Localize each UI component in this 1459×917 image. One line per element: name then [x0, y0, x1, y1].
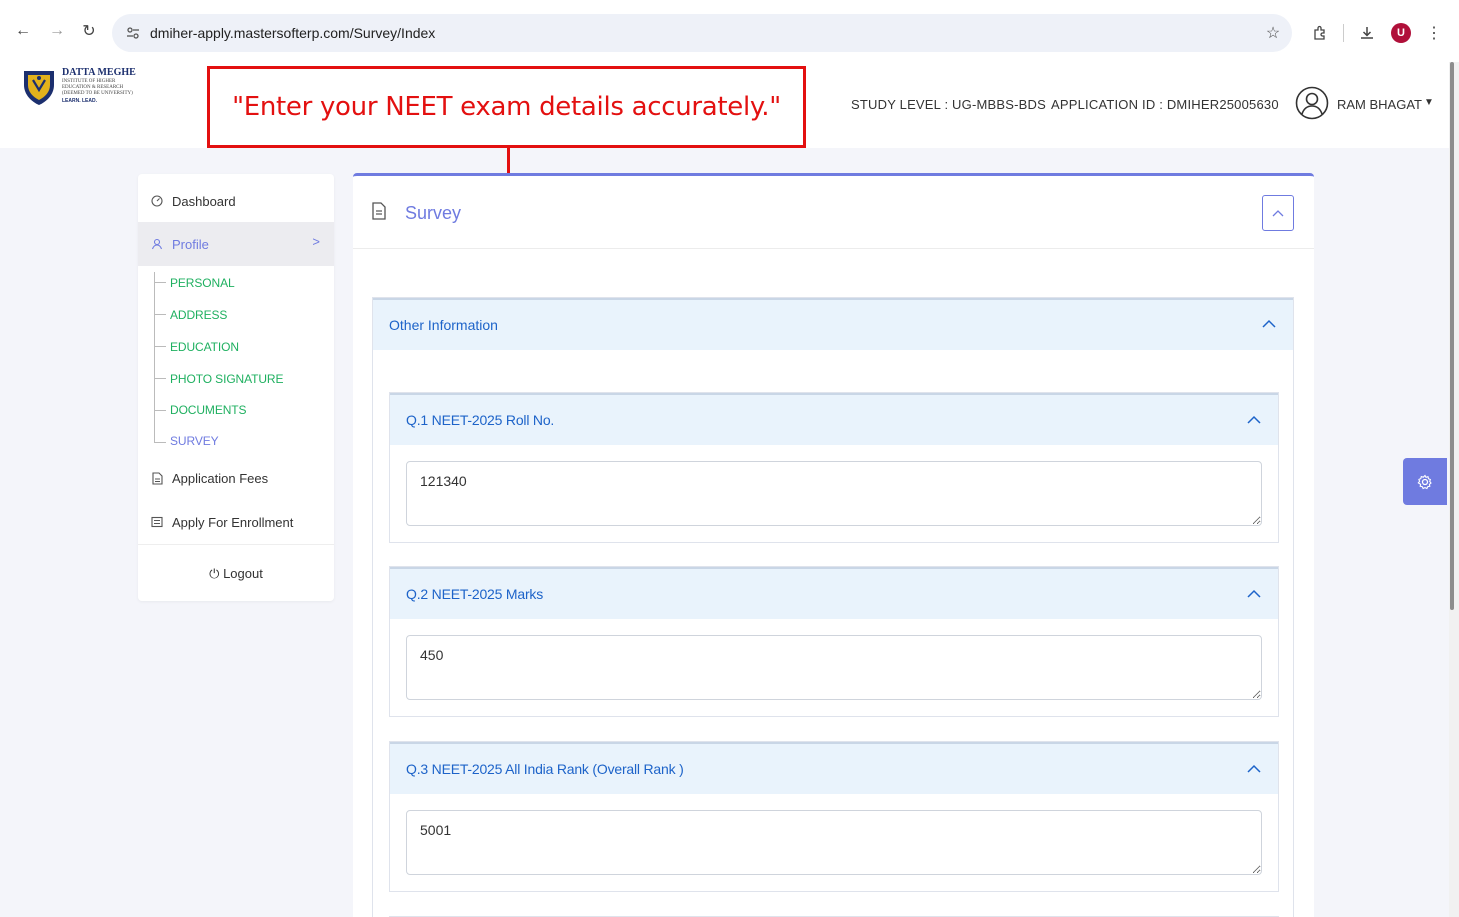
- study-level: STUDY LEVEL : UG-MBBS-BDS: [851, 97, 1046, 112]
- logo-subtitle-3: (DEEMED TO BE UNIVERSITY): [62, 91, 133, 96]
- callout-text: "Enter your NEET exam details accurately…: [232, 92, 781, 122]
- shield-logo-icon: [24, 71, 54, 105]
- section-title: Other Information: [389, 317, 498, 333]
- question-header[interactable]: Q.2 NEET-2025 Marks: [390, 567, 1278, 619]
- university-logo[interactable]: DATTA MEGHE INSTITUTE OF HIGHER EDUCATIO…: [22, 68, 142, 116]
- question-header[interactable]: Q.3 NEET-2025 All India Rank (Overall Ra…: [390, 742, 1278, 794]
- tree-branch: [154, 378, 166, 379]
- sidebar-divider: [138, 544, 334, 545]
- survey-card: Survey Other Information Q.1 NEET-2025 R…: [353, 173, 1314, 917]
- chevron-up-icon[interactable]: [1246, 761, 1262, 777]
- extensions-icon[interactable]: [1309, 22, 1331, 44]
- sidebar-subitem-survey[interactable]: SURVEY: [170, 434, 219, 448]
- sub-menu-tree-line: [154, 272, 155, 442]
- rank-input[interactable]: 5001: [406, 810, 1262, 875]
- user-menu-caret-icon[interactable]: ▼: [1424, 97, 1434, 108]
- sidebar-item-apply-enrollment[interactable]: Apply For Enrollment: [138, 502, 334, 542]
- app-header: DATTA MEGHE INSTITUTE OF HIGHER EDUCATIO…: [0, 62, 1449, 148]
- other-information-header[interactable]: Other Information: [373, 298, 1293, 350]
- sidebar-item-profile[interactable]: Profile >: [138, 222, 334, 266]
- sidebar-subitem-documents[interactable]: DOCUMENTS: [170, 403, 247, 417]
- download-icon[interactable]: [1356, 22, 1378, 44]
- chevron-up-icon: [1272, 210, 1284, 217]
- sidebar: Dashboard Profile > PERSONAL ADDRESS EDU…: [138, 174, 334, 601]
- site-settings-icon[interactable]: [124, 24, 142, 42]
- browser-profile-avatar[interactable]: U: [1391, 23, 1411, 43]
- url-text: dmiher-apply.mastersofterp.com/Survey/In…: [150, 25, 436, 41]
- reload-icon[interactable]: ↻: [78, 20, 100, 42]
- kebab-menu-icon[interactable]: ⋮: [1423, 22, 1445, 44]
- question-card-rank: Q.3 NEET-2025 All India Rank (Overall Ra…: [389, 741, 1279, 892]
- application-id: APPLICATION ID : DMIHER25005630: [1051, 97, 1279, 112]
- logout-button[interactable]: ⏻ Logout: [138, 566, 334, 582]
- bookmark-star-icon[interactable]: ☆: [1262, 22, 1284, 44]
- sidebar-item-application-fees[interactable]: Application Fees: [138, 458, 334, 498]
- survey-document-icon: [372, 202, 386, 220]
- logo-subtitle-1: INSTITUTE OF HIGHER: [62, 79, 116, 84]
- other-information-section: Other Information Q.1 NEET-2025 Roll No.…: [372, 297, 1294, 917]
- sidebar-subitem-photo-signature[interactable]: PHOTO SIGNATURE: [170, 372, 284, 386]
- sidebar-item-label: Apply For Enrollment: [172, 514, 294, 530]
- question-card-marks: Q.2 NEET-2025 Marks 450: [389, 566, 1279, 717]
- chevron-up-icon[interactable]: [1261, 316, 1277, 332]
- power-icon: ⏻: [209, 566, 224, 581]
- browser-toolbar: ← → ↻ dmiher-apply.mastersofterp.com/Sur…: [0, 0, 1459, 62]
- sidebar-item-label: Profile: [172, 236, 209, 252]
- marks-input[interactable]: 450: [406, 635, 1262, 700]
- tree-branch: [154, 346, 166, 347]
- settings-button[interactable]: [1403, 458, 1447, 505]
- sidebar-subitem-education[interactable]: EDUCATION: [170, 340, 239, 354]
- collapse-card-button[interactable]: [1262, 195, 1294, 231]
- page-title: Survey: [405, 203, 462, 223]
- question-label: Q.1 NEET-2025 Roll No.: [406, 412, 555, 428]
- address-bar[interactable]: dmiher-apply.mastersofterp.com/Survey/In…: [112, 14, 1292, 52]
- sidebar-subitem-address[interactable]: ADDRESS: [170, 308, 227, 322]
- question-label: Q.2 NEET-2025 Marks: [406, 586, 544, 602]
- logo-subtitle-2: EDUCATION & RESEARCH: [62, 85, 124, 90]
- tree-branch: [154, 410, 166, 411]
- question-label: Q.3 NEET-2025 All India Rank (Overall Ra…: [406, 761, 684, 777]
- instruction-callout: "Enter your NEET exam details accurately…: [207, 66, 806, 148]
- question-card-roll-no: Q.1 NEET-2025 Roll No. 121340: [389, 392, 1279, 543]
- sidebar-subitem-personal[interactable]: PERSONAL: [170, 276, 235, 290]
- back-arrow-icon[interactable]: ←: [12, 20, 34, 42]
- chevron-right-icon: >: [312, 234, 320, 249]
- tree-branch: [154, 314, 166, 315]
- roll-no-input[interactable]: 121340: [406, 461, 1262, 526]
- dashboard-gauge-icon: [150, 194, 164, 208]
- sidebar-item-label: Application Fees: [172, 470, 269, 486]
- user-name[interactable]: RAM BHAGAT: [1337, 97, 1422, 112]
- chevron-up-icon[interactable]: [1246, 412, 1262, 428]
- logo-tagline: LEARN. LEAD.: [62, 98, 97, 104]
- logo-title: DATTA MEGHE: [62, 67, 136, 78]
- gear-icon: [1417, 474, 1432, 489]
- page-scrollbar-thumb[interactable]: [1450, 62, 1454, 610]
- tree-branch: [154, 442, 166, 443]
- survey-card-header: Survey: [353, 176, 1314, 249]
- sidebar-item-label: Dashboard: [172, 193, 236, 209]
- forward-arrow-icon[interactable]: →: [46, 20, 68, 42]
- user-avatar-icon[interactable]: [1295, 86, 1329, 120]
- chevron-up-icon[interactable]: [1246, 586, 1262, 602]
- person-icon: [150, 237, 164, 251]
- tree-branch: [154, 282, 166, 283]
- logout-label: Logout: [223, 566, 263, 581]
- question-header[interactable]: Q.1 NEET-2025 Roll No.: [390, 393, 1278, 445]
- toolbar-separator: [1343, 24, 1344, 42]
- document-icon: [150, 471, 164, 485]
- form-list-icon: [150, 515, 164, 529]
- sidebar-item-dashboard[interactable]: Dashboard: [138, 181, 334, 221]
